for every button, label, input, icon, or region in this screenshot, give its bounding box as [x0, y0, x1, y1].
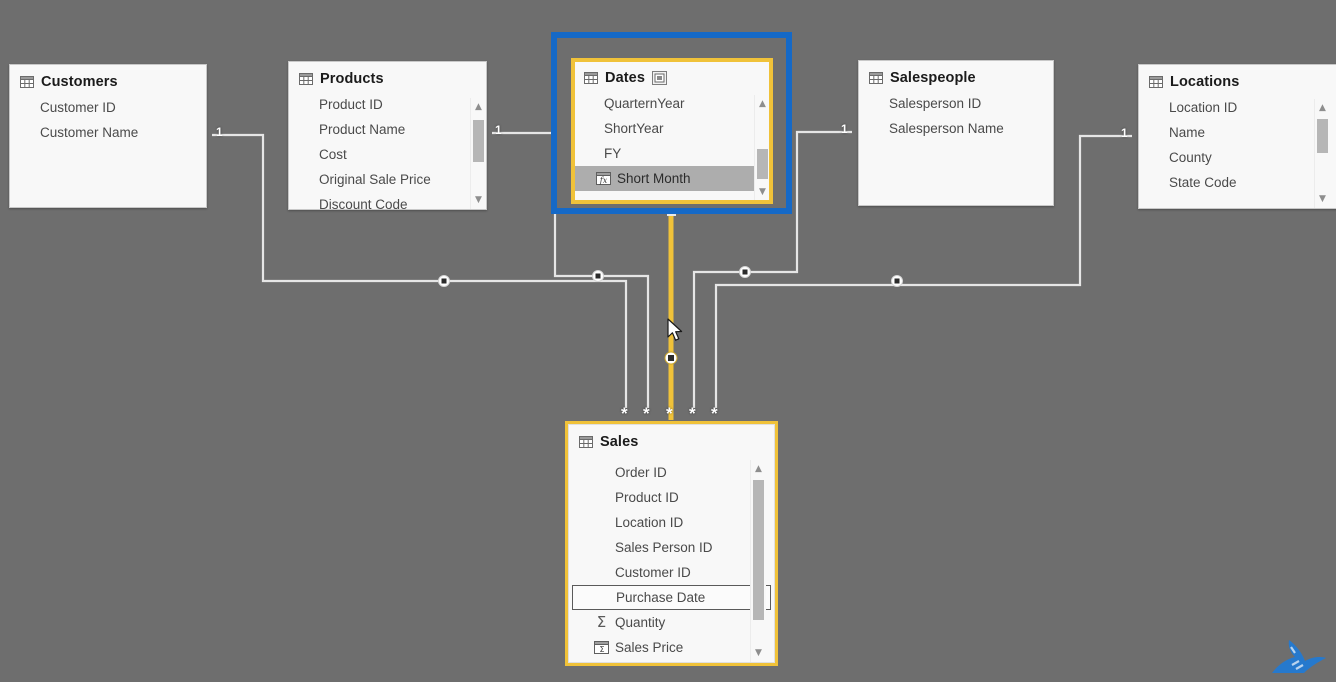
table-header-sales[interactable]: Sales — [569, 425, 774, 455]
field-row[interactable]: Order ID — [569, 460, 774, 485]
whale-tail-logo — [1268, 635, 1330, 680]
cardinality-one-locations: 1 — [1121, 126, 1128, 140]
relationship-direction-markers — [438, 266, 903, 365]
field-label: Customer ID — [40, 100, 116, 115]
field-row-quantity[interactable]: Σ Quantity — [569, 610, 774, 635]
field-label: Product ID — [319, 97, 383, 112]
field-row[interactable]: Name — [1139, 120, 1336, 145]
scroll-down-icon[interactable]: ▼ — [1315, 192, 1330, 206]
field-row[interactable]: Customer ID — [569, 560, 774, 585]
table-name-locations: Locations — [1170, 74, 1240, 90]
table-header-locations[interactable]: Locations — [1139, 65, 1336, 95]
cardinality-one-customers: 1 — [216, 125, 223, 139]
table-grid-icon — [299, 73, 313, 85]
scroll-down-icon[interactable]: ▼ — [751, 646, 766, 660]
calculated-column-icon: Σ — [594, 641, 609, 654]
cardinality-many-locations: * — [711, 404, 718, 423]
scroll-thumb[interactable] — [1317, 119, 1328, 153]
table-name-customers: Customers — [41, 74, 118, 90]
field-label: Salesperson ID — [889, 96, 982, 111]
field-row[interactable]: State Code — [1139, 170, 1336, 195]
scrollbar-products[interactable]: ▲ ▼ — [470, 98, 486, 209]
field-list-locations: Location ID Name County State Code — [1139, 95, 1336, 195]
field-label: Quantity — [615, 615, 666, 630]
model-view-canvas[interactable]: .rel { fill:none; stroke:#e6e6e6; stroke… — [0, 0, 1336, 682]
cardinality-many-dates: * — [666, 404, 673, 423]
field-row[interactable]: Product Name — [289, 117, 486, 142]
field-label: Cost — [319, 147, 347, 162]
table-name-salespeople: Salespeople — [890, 70, 976, 86]
field-label: Order ID — [615, 465, 667, 480]
table-header-customers[interactable]: Customers — [10, 65, 206, 95]
field-label: Salesperson Name — [889, 121, 1004, 136]
table-card-salespeople[interactable]: Salespeople Salesperson ID Salesperson N… — [858, 60, 1054, 206]
svg-text:Σ: Σ — [599, 645, 604, 654]
table-name-products: Products — [320, 71, 384, 87]
field-label: Product ID — [615, 490, 679, 505]
field-label: State Code — [1169, 175, 1237, 190]
field-label: Discount Code — [319, 197, 408, 210]
cardinality-many-customers: * — [621, 404, 628, 423]
field-label: Customer Name — [40, 125, 139, 140]
dates-highlight-frame — [571, 58, 773, 204]
field-row-clipped[interactable]: Discount Code — [289, 192, 486, 210]
field-row[interactable]: County — [1139, 145, 1336, 170]
field-label: Original Sale Price — [319, 172, 431, 187]
field-label: Purchase Date — [616, 590, 706, 605]
table-card-sales[interactable]: Sales Order ID Product ID Location ID Sa… — [568, 424, 775, 663]
field-label: Sales Person ID — [615, 540, 713, 555]
table-grid-icon — [579, 436, 593, 448]
field-row[interactable]: Customer ID — [10, 95, 206, 120]
scroll-up-icon[interactable]: ▲ — [471, 100, 486, 114]
field-row[interactable]: Location ID — [1139, 95, 1336, 120]
table-grid-icon — [20, 76, 34, 88]
field-label: Customer ID — [615, 565, 691, 580]
cardinality-many-salespeople: * — [689, 404, 696, 423]
table-header-products[interactable]: Products — [289, 62, 486, 92]
field-row-purchase-date[interactable]: Purchase Date — [572, 585, 771, 610]
cardinality-one-salespeople: 1 — [841, 122, 848, 136]
field-label: Name — [1169, 125, 1206, 140]
field-row[interactable]: Salesperson Name — [859, 116, 1053, 141]
field-list-customers: Customer ID Customer Name — [10, 95, 206, 145]
field-row[interactable]: Salesperson ID — [859, 91, 1053, 116]
field-row[interactable]: Product ID — [289, 92, 486, 117]
scrollbar-locations[interactable]: ▲ ▼ — [1314, 99, 1330, 208]
sigma-icon: Σ — [596, 613, 607, 631]
field-list-salespeople: Salesperson ID Salesperson Name — [859, 91, 1053, 141]
table-card-customers[interactable]: Customers Customer ID Customer Name — [9, 64, 207, 208]
mouse-cursor — [667, 318, 685, 349]
scroll-thumb[interactable] — [473, 120, 484, 162]
field-label: Location ID — [1169, 100, 1238, 115]
scroll-down-icon[interactable]: ▼ — [471, 193, 486, 207]
scrollbar-sales[interactable]: ▲ ▼ — [750, 460, 766, 662]
table-grid-icon — [1149, 76, 1163, 88]
cardinality-one-products: 1 — [495, 123, 502, 137]
field-list-sales: Order ID Product ID Location ID Sales Pe… — [569, 460, 774, 660]
table-card-products[interactable]: Products Product ID Product Name Cost Or… — [288, 61, 487, 210]
field-row[interactable]: Product ID — [569, 485, 774, 510]
table-name-sales: Sales — [600, 434, 639, 450]
table-header-salespeople[interactable]: Salespeople — [859, 61, 1053, 91]
field-row[interactable]: Original Sale Price — [289, 167, 486, 192]
field-row[interactable]: Cost — [289, 142, 486, 167]
scroll-up-icon[interactable]: ▲ — [751, 462, 766, 476]
scroll-up-icon[interactable]: ▲ — [1315, 101, 1330, 115]
field-row-sales-price[interactable]: Σ Sales Price — [569, 635, 774, 660]
field-label: County — [1169, 150, 1212, 165]
field-list-products: Product ID Product Name Cost Original Sa… — [289, 92, 486, 210]
field-label: Product Name — [319, 122, 406, 137]
table-grid-icon — [869, 72, 883, 84]
scroll-thumb[interactable] — [753, 480, 764, 620]
field-row[interactable]: Customer Name — [10, 120, 206, 145]
table-card-locations[interactable]: Locations Location ID Name County State … — [1138, 64, 1336, 209]
cardinality-many-products: * — [643, 404, 650, 423]
field-label: Sales Price — [615, 640, 684, 655]
field-label: Location ID — [615, 515, 684, 530]
field-row[interactable]: Sales Person ID — [569, 535, 774, 560]
field-row[interactable]: Location ID — [569, 510, 774, 535]
